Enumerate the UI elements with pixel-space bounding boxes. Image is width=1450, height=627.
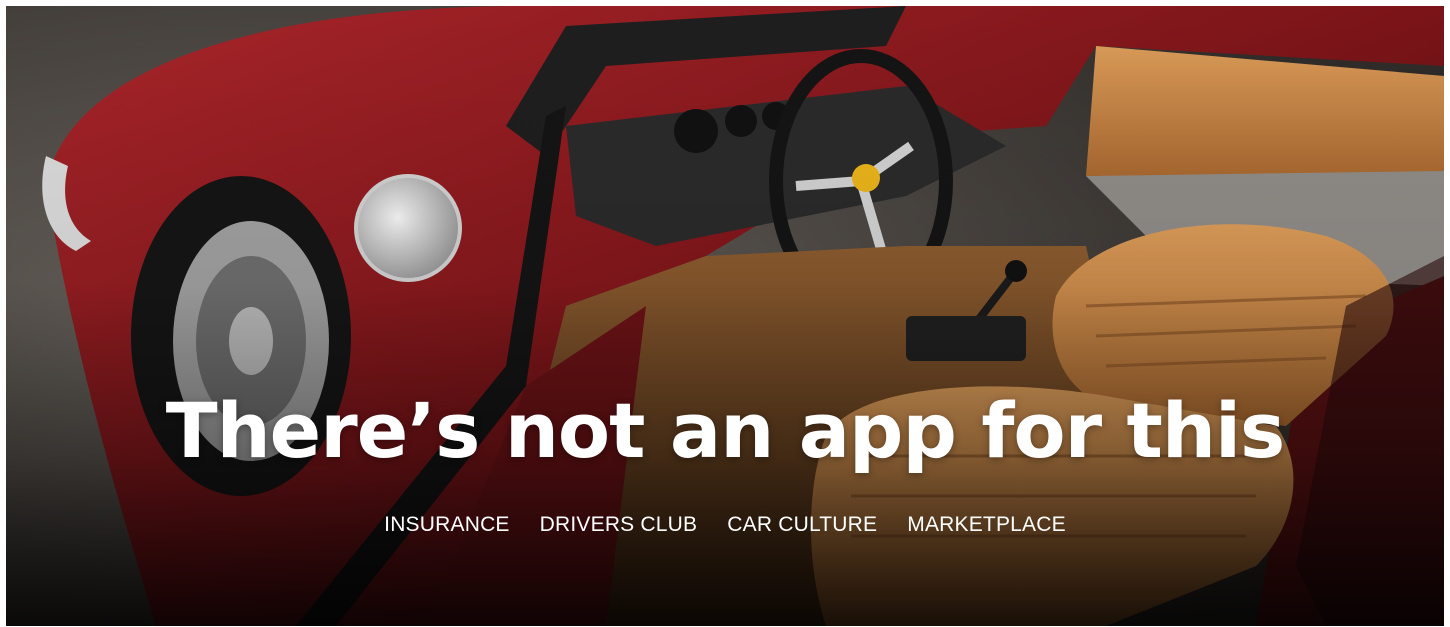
nav-link-insurance[interactable]: INSURANCE: [384, 511, 509, 539]
hero-nav: INSURANCE DRIVERS CLUB CAR CULTURE MARKE…: [6, 511, 1444, 539]
hero-banner: There’s not an app for this INSURANCE DR…: [6, 6, 1444, 626]
nav-link-marketplace[interactable]: MARKETPLACE: [907, 511, 1066, 539]
hero-headline: There’s not an app for this: [165, 386, 1286, 475]
nav-link-car-culture[interactable]: CAR CULTURE: [727, 511, 877, 539]
nav-link-drivers-club[interactable]: DRIVERS CLUB: [540, 511, 698, 539]
